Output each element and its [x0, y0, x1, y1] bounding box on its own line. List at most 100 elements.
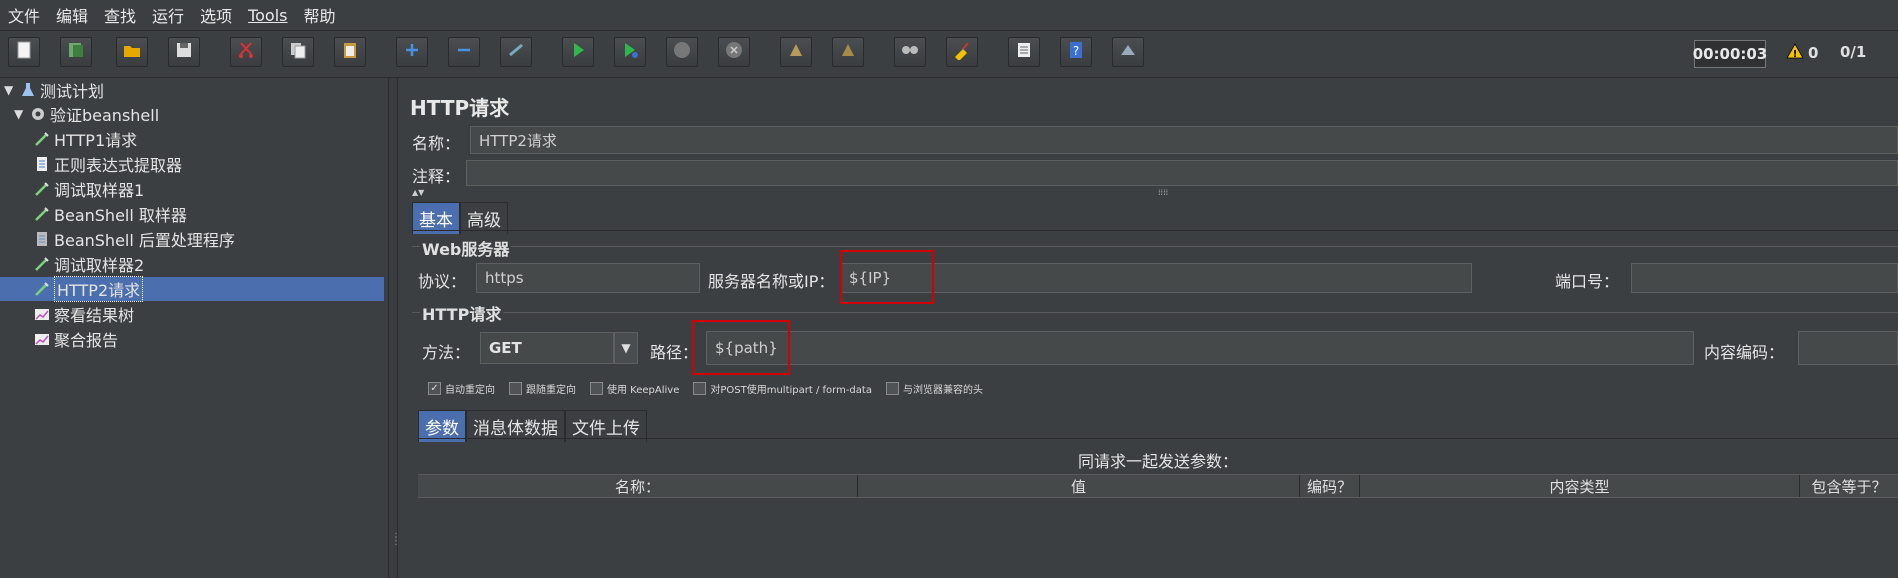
- collapse-arrows-icon[interactable]: ▲▼: [412, 188, 424, 197]
- menu-tools[interactable]: Tools: [240, 6, 295, 25]
- tree-node-beanshell-sampler[interactable]: BeanShell 取样器: [34, 202, 187, 226]
- path-label: 路径：: [650, 343, 699, 362]
- params-table-header: 名称： 值 编码？ 内容类型 包含等于？: [418, 474, 1898, 498]
- warning-count: 0: [1808, 44, 1819, 62]
- tree-label: 调试取样器1: [54, 181, 145, 200]
- gear-icon: [30, 106, 46, 122]
- http-request-title: HTTP请求: [420, 301, 504, 325]
- tree-node-test-plan[interactable]: ▼ 测试计划: [4, 78, 104, 102]
- comment-label: 注释：: [412, 167, 461, 186]
- graph-icon: [34, 306, 50, 322]
- http-request-section: [412, 312, 1898, 313]
- checkbox-browser-headers[interactable]: 与浏览器兼容的头: [885, 381, 983, 396]
- checkbox-auto-redirect[interactable]: ✓ 自动重定向: [428, 381, 495, 396]
- params-caption: 同请求一起发送参数：: [1077, 452, 1238, 471]
- encoding-field[interactable]: [1798, 331, 1898, 365]
- checkbox-multipart[interactable]: 对POST使用multipart / form-data: [693, 381, 872, 396]
- protocol-field[interactable]: https: [476, 263, 700, 293]
- chevron-down-icon[interactable]: ▼: [614, 332, 638, 364]
- shutdown-button[interactable]: [718, 37, 750, 67]
- params-table-body[interactable]: [418, 498, 1898, 578]
- port-field[interactable]: [1631, 263, 1898, 293]
- warning-icon: !: [1786, 43, 1804, 63]
- copy-button[interactable]: [282, 37, 314, 67]
- menu-edit[interactable]: 编辑: [48, 3, 96, 27]
- column-header-name[interactable]: 名称：: [418, 475, 858, 497]
- column-header-content-type[interactable]: 内容类型: [1360, 475, 1800, 497]
- name-field[interactable]: HTTP2请求: [470, 126, 1898, 154]
- start-no-pause-button[interactable]: [614, 37, 646, 67]
- broom-icon: [952, 40, 972, 64]
- toggle-button[interactable]: [500, 37, 532, 67]
- server-field[interactable]: ${IP}: [840, 263, 1472, 293]
- search-icon: [900, 40, 920, 64]
- path-field[interactable]: ${path}: [706, 331, 1694, 365]
- tree-label: HTTP1请求: [54, 131, 138, 150]
- pipette-icon: [34, 131, 50, 147]
- pipette-icon: [34, 256, 50, 272]
- column-header-include-equals[interactable]: 包含等于？: [1800, 475, 1898, 497]
- expand-button[interactable]: [396, 37, 428, 67]
- resize-grip-icon[interactable]: ⁞⁞⁞⁞: [1158, 188, 1168, 197]
- template-button[interactable]: [60, 37, 92, 67]
- column-header-encode[interactable]: 编码？: [1300, 475, 1360, 497]
- tree-node-http2[interactable]: HTTP2请求: [0, 276, 384, 302]
- tree-node-regex-extractor[interactable]: 正则表达式提取器: [34, 152, 182, 176]
- divider: [412, 230, 1898, 231]
- remote-start-button[interactable]: [780, 37, 812, 67]
- expand-icon: [402, 40, 422, 64]
- start-button[interactable]: [562, 37, 594, 67]
- remote-stop-icon: [838, 40, 858, 64]
- thread-count: 0/1: [1840, 43, 1867, 61]
- menu-search[interactable]: 查找: [96, 3, 144, 27]
- stop-button[interactable]: [666, 37, 698, 67]
- split-pane-divider[interactable]: ⋮ ⋮: [389, 78, 401, 578]
- expand-arrow-icon[interactable]: ▼: [4, 83, 16, 97]
- clear-button[interactable]: [946, 37, 978, 67]
- remote-stop-button[interactable]: [832, 37, 864, 67]
- elapsed-timer: 00:00:03: [1693, 40, 1767, 68]
- tree-node-debug-sampler-1[interactable]: 调试取样器1: [34, 177, 144, 201]
- warning-indicator[interactable]: ! 0: [1786, 43, 1818, 63]
- help-button[interactable]: ?: [1060, 37, 1092, 67]
- menu-options[interactable]: 选项: [192, 3, 240, 27]
- tree-node-thread-group[interactable]: ▼ 验证beanshell: [14, 102, 159, 126]
- column-header-value[interactable]: 值: [858, 475, 1300, 497]
- method-label: 方法：: [422, 343, 471, 362]
- tree-node-debug-sampler-2[interactable]: 调试取样器2: [34, 252, 144, 276]
- http-request-panel: HTTP请求 名称： HTTP2请求 注释： ▲▼ ⁞⁞⁞⁞ 基本 高级 Web…: [398, 78, 1898, 578]
- cut-button[interactable]: [230, 37, 262, 67]
- collapse-button[interactable]: [448, 37, 480, 67]
- shutdown-icon: [724, 40, 744, 64]
- paste-button[interactable]: [334, 37, 366, 67]
- method-select[interactable]: GET: [480, 332, 614, 364]
- remote-start-icon: [786, 40, 806, 64]
- menu-file[interactable]: 文件: [0, 3, 48, 27]
- checkmark-icon: ✓: [428, 382, 441, 395]
- open-button[interactable]: [116, 37, 148, 67]
- search-button[interactable]: [894, 37, 926, 67]
- menu-run[interactable]: 运行: [144, 3, 192, 27]
- comment-field[interactable]: [466, 160, 1898, 186]
- open-icon: [122, 40, 142, 64]
- plugin-icon: [1118, 40, 1138, 64]
- checkbox-keepalive[interactable]: 使用 KeepAlive: [590, 381, 679, 396]
- web-server-title: Web服务器: [420, 236, 512, 260]
- tree-node-http1[interactable]: HTTP1请求: [34, 127, 137, 151]
- function-helper-button[interactable]: [1008, 37, 1040, 67]
- expand-arrow-icon[interactable]: ▼: [14, 107, 26, 121]
- graph-icon: [34, 331, 50, 347]
- save-icon: [174, 40, 194, 64]
- tree-node-aggregate-report[interactable]: 聚合报告: [34, 327, 118, 351]
- save-button[interactable]: [168, 37, 200, 67]
- checkbox-follow-redirect[interactable]: 跟随重定向: [509, 381, 576, 396]
- highlight-box: [840, 250, 934, 304]
- pipette-icon: [34, 181, 50, 197]
- help-icon: ?: [1066, 40, 1086, 64]
- menu-help[interactable]: 帮助: [296, 3, 344, 27]
- start-icon: [568, 40, 588, 64]
- plugin-button[interactable]: [1112, 37, 1144, 67]
- tree-node-view-results-tree[interactable]: 察看结果树: [34, 302, 134, 326]
- new-button[interactable]: [8, 37, 40, 67]
- tree-node-beanshell-postprocessor[interactable]: BeanShell 后置处理程序: [34, 227, 235, 251]
